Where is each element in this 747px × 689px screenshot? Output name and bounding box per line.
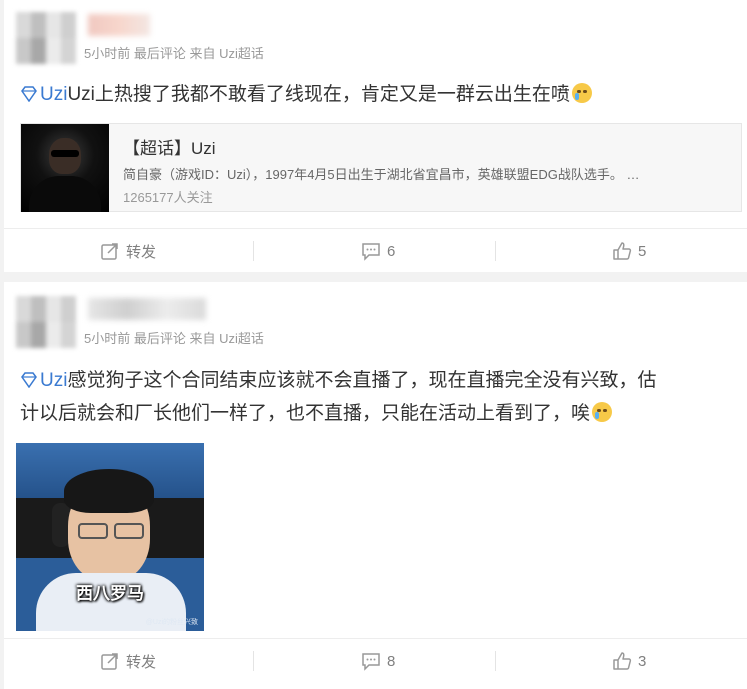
divider	[253, 241, 254, 261]
divider	[495, 651, 496, 671]
post-text: UziUzi上热搜了我都不敢看了线现在，肯定又是一群云出生在喷	[20, 78, 592, 111]
topic-followers: 1265177人关注	[123, 190, 213, 205]
divider	[253, 651, 254, 671]
repost-label: 转发	[126, 653, 157, 671]
comment-count: 8	[387, 652, 396, 670]
post-meta: 5小时前 最后评论 来自 Uzi超话	[84, 331, 264, 346]
repost-icon	[101, 653, 118, 670]
action-bar: 转发 8 3	[4, 638, 747, 682]
post-body-line-1: 感觉狗子这个合同结束应该就不会直播了，现在直播完全没有兴致，估	[67, 370, 657, 391]
avatar[interactable]	[16, 12, 76, 64]
repost-button[interactable]: 转发	[100, 639, 156, 683]
username[interactable]	[88, 14, 150, 36]
divider	[495, 241, 496, 261]
post-line-1: Uzi感觉狗子这个合同结束应该就不会直播了，现在直播完全没有兴致，估	[20, 364, 742, 397]
repost-button[interactable]: 转发	[100, 229, 156, 273]
comment-button[interactable]: 8	[361, 639, 395, 683]
image-caption: 西八罗马	[76, 584, 144, 603]
comment-button[interactable]: 6	[361, 229, 395, 273]
thumbs-up-icon	[613, 652, 632, 670]
crying-emoji-icon	[592, 402, 613, 422]
post-line-2: 计以后就会和厂长他们一样了，也不直播，只能在活动上看到了，唉	[20, 397, 742, 430]
diamond-icon	[21, 372, 37, 388]
avatar[interactable]	[16, 296, 76, 348]
post-image[interactable]: 西八罗马 @Uzi的粉丝兴致	[16, 443, 204, 631]
topic-link[interactable]: Uzi	[40, 84, 67, 105]
topic-card[interactable]: 【超话】Uzi 简自豪（游戏ID：Uzi），1997年4月5日出生于湖北省宜昌市…	[20, 123, 742, 212]
like-count: 5	[638, 242, 647, 260]
repost-label: 转发	[126, 243, 157, 261]
post-meta: 5小时前 最后评论 来自 Uzi超话	[84, 46, 264, 61]
comment-count: 6	[387, 242, 396, 260]
comment-icon	[362, 243, 380, 261]
topic-title: 【超话】Uzi	[123, 139, 216, 158]
post-body: Uzi上热搜了我都不敢看了线现在，肯定又是一群云出生在喷	[67, 84, 570, 105]
username[interactable]	[88, 298, 206, 320]
image-watermark: @Uzi的粉丝兴致	[145, 619, 198, 626]
like-button[interactable]: 3	[612, 639, 646, 683]
post-card: 5小时前 最后评论 来自 Uzi超话 UziUzi上热搜了我都不敢看了线现在，肯…	[4, 0, 747, 272]
post-card: 5小时前 最后评论 来自 Uzi超话 Uzi感觉狗子这个合同结束应该就不会直播了…	[4, 282, 747, 689]
topic-description: 简自豪（游戏ID：Uzi），1997年4月5日出生于湖北省宜昌市，英雄联盟EDG…	[123, 167, 640, 182]
action-bar: 转发 6 5	[4, 228, 747, 272]
topic-image	[21, 124, 109, 212]
comment-icon	[362, 653, 380, 671]
thumbs-up-icon	[613, 242, 632, 260]
crying-emoji-icon	[571, 83, 592, 103]
topic-link[interactable]: Uzi	[40, 370, 67, 391]
like-count: 3	[638, 652, 647, 670]
diamond-icon	[21, 86, 37, 102]
repost-icon	[101, 243, 118, 260]
like-button[interactable]: 5	[612, 229, 646, 273]
post-body-line-2: 计以后就会和厂长他们一样了，也不直播，只能在活动上看到了，唉	[20, 403, 591, 424]
post-text: Uzi感觉狗子这个合同结束应该就不会直播了，现在直播完全没有兴致，估 计以后就会…	[20, 364, 742, 430]
